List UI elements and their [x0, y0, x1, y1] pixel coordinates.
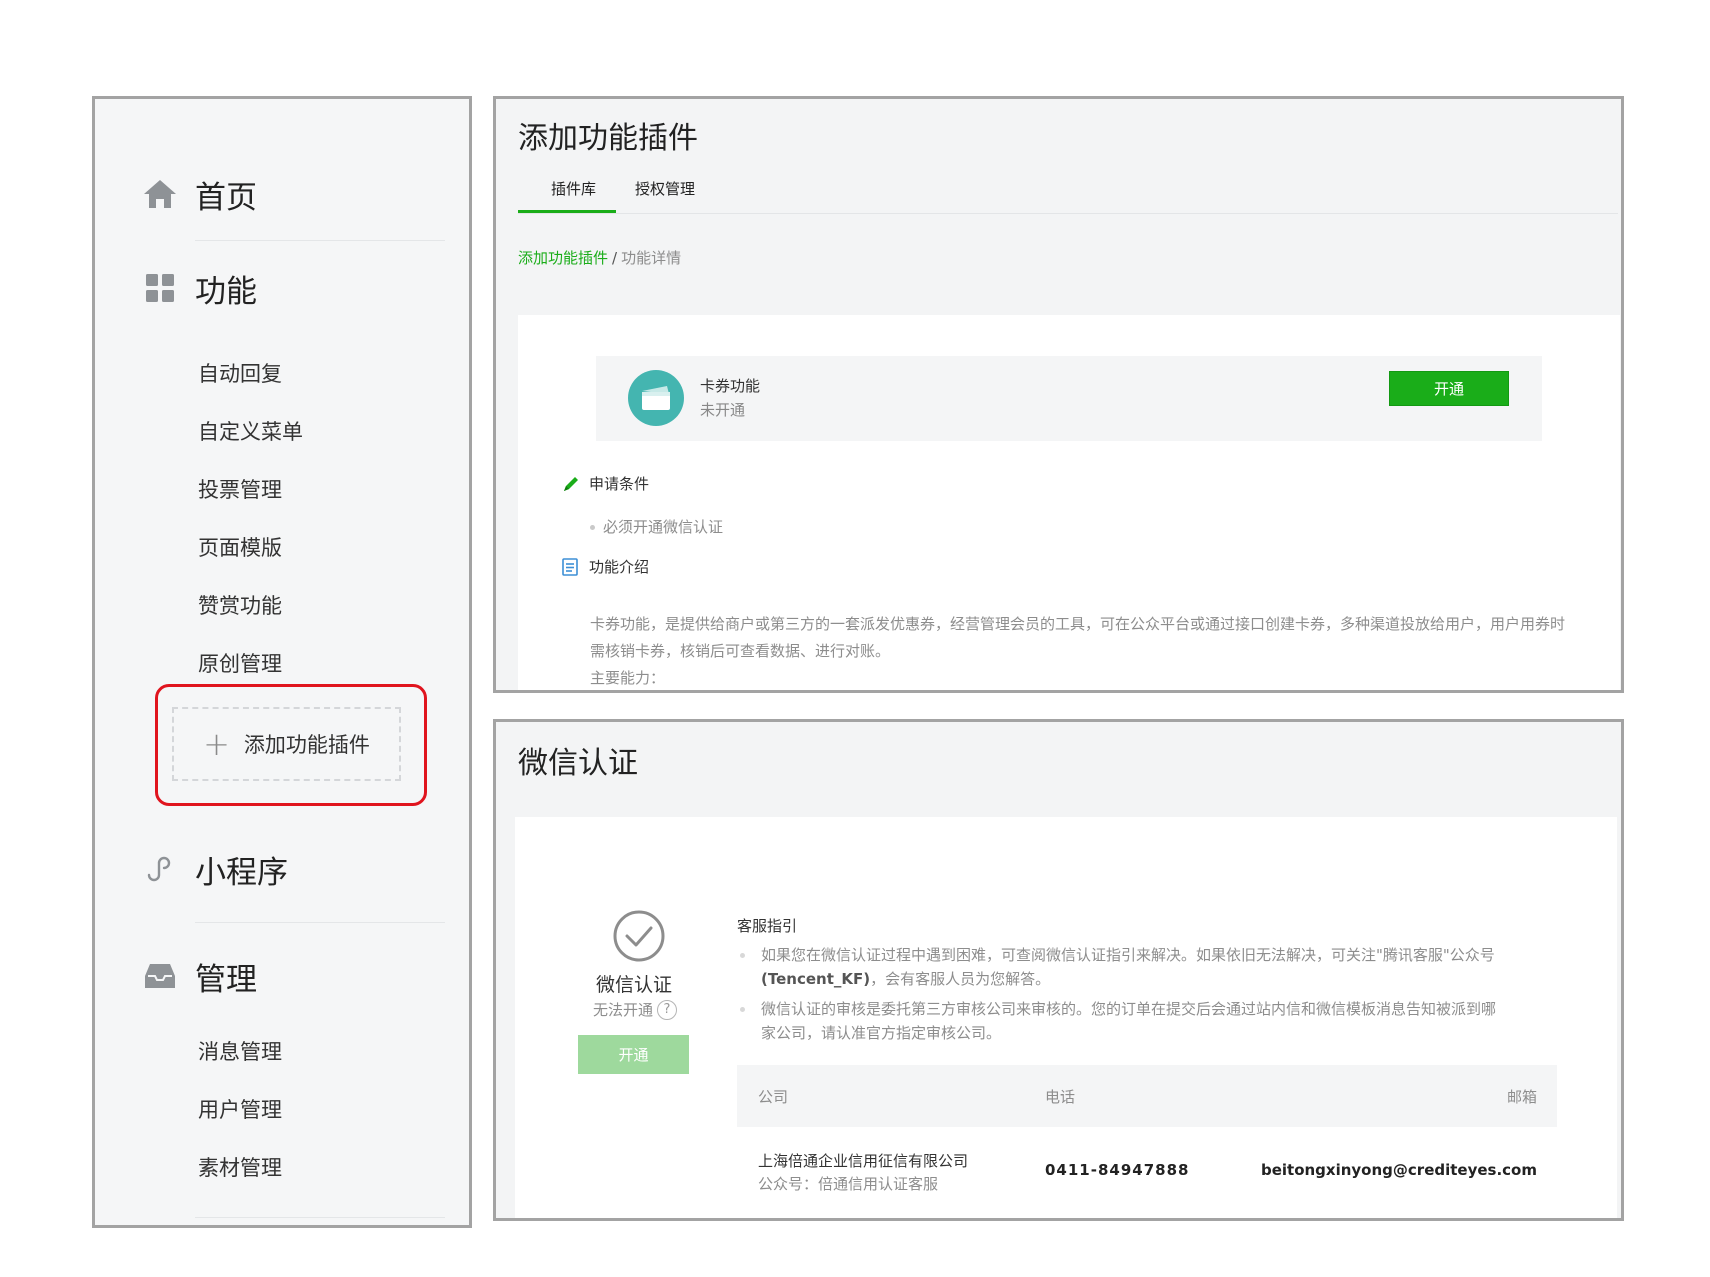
miniprogram-icon	[143, 852, 177, 886]
company-email: beitongxinyong@crediteyes.com	[1260, 1161, 1537, 1179]
table-header-company: 公司	[758, 1088, 789, 1106]
nav-miniprogram[interactable]: 小程序	[143, 844, 288, 894]
plugin-detail: 卡券功能 未开通 开通 申请条件 必须开通微信认证 功能介绍 卡券功能，是提供给…	[518, 315, 1620, 690]
verify-activate-button[interactable]: 开通	[578, 1035, 689, 1074]
breadcrumb: 添加功能插件 / 功能详情	[518, 247, 681, 268]
add-plugin-label: 添加功能插件	[243, 733, 370, 757]
nav-item-auto-reply[interactable]: 自动回复	[198, 359, 282, 389]
table-header-email: 邮箱	[1506, 1088, 1537, 1106]
requirements-heading-text: 申请条件	[589, 475, 650, 493]
tab-plugin-library[interactable]: 插件库	[551, 178, 596, 199]
tab-active-indicator	[518, 210, 616, 213]
add-plugin-button[interactable]: + 添加功能插件	[172, 707, 401, 781]
plugin-name: 卡券功能	[700, 377, 761, 395]
verify-panel: 微信认证 微信认证 无法开通 ? 开通 客服指引 如果您在微信认证过程中遇到困难…	[493, 719, 1624, 1221]
plugin-card: 卡券功能 未开通 开通	[596, 356, 1542, 441]
nav-item-original[interactable]: 原创管理	[198, 649, 282, 679]
company-name: 上海倍通企业信用征信有限公司	[758, 1152, 969, 1170]
nav-item-vote[interactable]: 投票管理	[198, 475, 282, 505]
nav-manage-label: 管理	[195, 961, 257, 998]
nav-home[interactable]: 首页	[143, 169, 257, 219]
verify-title: 微信认证	[518, 746, 638, 781]
nav-function-label: 功能	[195, 273, 257, 310]
check-circle-icon	[612, 909, 666, 967]
company-account: 公众号：倍通信用认证客服	[758, 1175, 939, 1193]
guide-item: 如果您在微信认证过程中遇到困难，可查阅微信认证指引来解决。如果依旧无法解决，可关…	[737, 943, 1497, 991]
table-header: 公司 电话 邮箱	[737, 1065, 1557, 1127]
nav-home-label: 首页	[195, 179, 257, 216]
nav-item-messages[interactable]: 消息管理	[198, 1037, 282, 1067]
nav-manage[interactable]: 管理	[143, 951, 257, 1001]
verify-status: 无法开通 ?	[570, 999, 700, 1020]
card-coupon-icon	[628, 370, 684, 426]
intro-heading-text: 功能介绍	[589, 558, 650, 576]
requirements-heading: 申请条件	[561, 473, 649, 494]
nav-item-materials[interactable]: 素材管理	[198, 1153, 282, 1183]
guide-item-text: 如果您在微信认证过程中遇到困难，可查阅微信认证指引来解决。如果依旧无法解决，可关…	[761, 946, 1495, 964]
tab-bar: 插件库 授权管理	[518, 166, 1618, 214]
nav-item-users[interactable]: 用户管理	[198, 1095, 282, 1125]
nav-divider	[195, 240, 445, 241]
inbox-icon	[143, 959, 177, 993]
breadcrumb-separator: /	[612, 249, 618, 267]
bullet-icon	[590, 525, 595, 530]
home-icon	[143, 177, 177, 211]
activate-button[interactable]: 开通	[1389, 371, 1509, 406]
guide-title: 客服指引	[737, 917, 798, 935]
tab-auth-management[interactable]: 授权管理	[635, 178, 695, 199]
nav-function[interactable]: 功能	[143, 263, 257, 313]
guide-item-text: ，会有客服人员为您解答。	[870, 970, 1051, 988]
plus-icon: +	[203, 725, 230, 763]
guide-item: 微信认证的审核是委托第三方审核公司来审核的。您的订单在提交后会通过站内信和微信模…	[737, 997, 1497, 1045]
breadcrumb-current: 功能详情	[621, 249, 682, 267]
guide-item-account: (Tencent_KF)	[761, 970, 871, 988]
nav-item-page-template[interactable]: 页面模版	[198, 533, 282, 563]
company-phone: 0411-84947888	[1045, 1161, 1190, 1179]
nav-item-reward[interactable]: 赞赏功能	[198, 591, 282, 621]
nav-miniprogram-label: 小程序	[195, 854, 288, 891]
document-icon	[561, 557, 581, 577]
main-abilities-label: 主要能力：	[590, 669, 666, 687]
requirement-item-text: 必须开通微信认证	[603, 518, 724, 536]
intro-text: 卡券功能，是提供给商户或第三方的一套派发优惠券，经营管理会员的工具，可在公众平台…	[590, 615, 1566, 660]
pencil-icon	[561, 474, 581, 494]
page-title: 添加功能插件	[518, 121, 698, 156]
nav-divider	[195, 1217, 445, 1218]
verify-status-text: 无法开通	[592, 1001, 653, 1019]
verify-name: 微信认证	[595, 974, 672, 996]
plugin-status: 未开通	[700, 401, 746, 419]
nav-divider	[195, 922, 445, 923]
verify-content: 微信认证 无法开通 ? 开通 客服指引 如果您在微信认证过程中遇到困难，可查阅微…	[515, 817, 1617, 1218]
intro-heading: 功能介绍	[561, 556, 649, 577]
breadcrumb-link[interactable]: 添加功能插件	[518, 249, 608, 267]
table-row: 上海倍通企业信用征信有限公司 公众号：倍通信用认证客服 0411-8494788…	[737, 1132, 1557, 1204]
nav-item-custom-menu[interactable]: 自定义菜单	[198, 417, 303, 447]
table-header-phone: 电话	[1045, 1088, 1076, 1106]
requirement-item: 必须开通微信认证	[590, 516, 723, 537]
sidebar-nav: 首页 功能 自动回复 自定义菜单 投票管理 页面模版 赞赏功能 原创管理 + 添…	[92, 96, 472, 1228]
help-icon[interactable]: ?	[657, 999, 677, 1020]
grid-icon	[143, 271, 177, 305]
plugin-panel: 添加功能插件 插件库 授权管理 添加功能插件 / 功能详情 卡券功能 未开通 开通	[493, 96, 1624, 693]
